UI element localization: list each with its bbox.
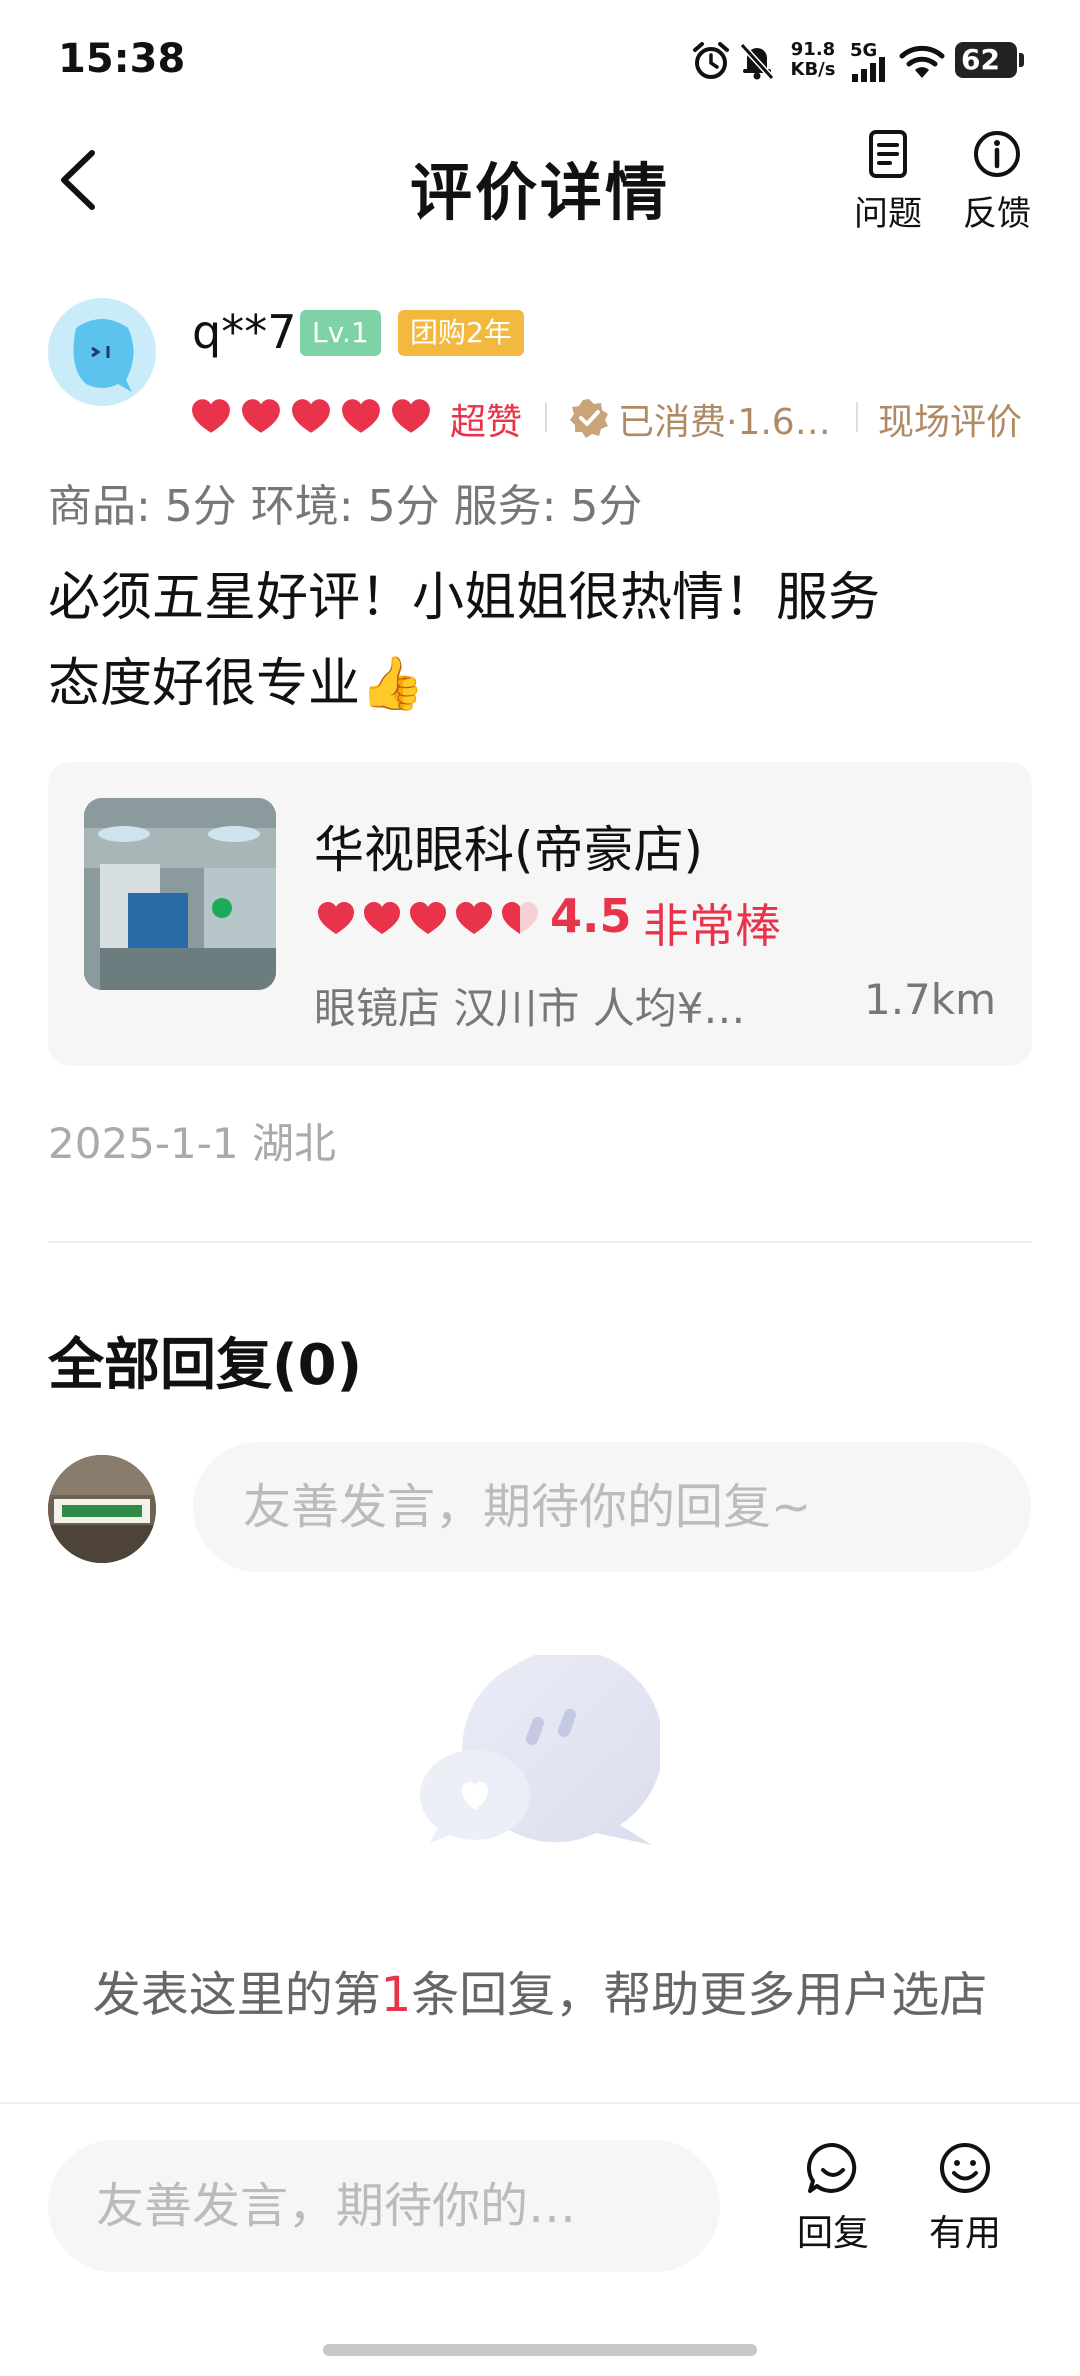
reply-label: 回复: [796, 2213, 869, 2254]
replies-title: 全部回复(0): [48, 1333, 363, 1398]
section-divider: [48, 1241, 1032, 1243]
smile-icon: [940, 2143, 990, 2193]
review-rating-hearts: [190, 397, 432, 437]
review-text-line: 必须五星好评！小姐姐很热情！服务: [48, 568, 881, 628]
question-button[interactable]: 问题: [843, 128, 933, 235]
document-icon: [869, 130, 907, 178]
feedback-button[interactable]: 反馈: [952, 128, 1042, 235]
shop-card[interactable]: 华视眼科(帝豪店) 4.5 非常棒 眼镜店 汉川市 人均¥… 1.7km: [48, 762, 1032, 1066]
level-badge: Lv.1: [300, 310, 381, 356]
shop-name[interactable]: 华视眼科(帝豪店): [314, 810, 703, 882]
divider: [856, 402, 858, 432]
empty-replies-icon: [420, 1655, 660, 1845]
reviewer-name[interactable]: q**7: [192, 305, 296, 359]
group-buy-badge: 团购2年: [398, 310, 524, 356]
heart-icon: [392, 399, 430, 433]
heart-icon: [318, 902, 354, 934]
rating-label: 超赞: [450, 402, 523, 443]
home-indicator: [323, 2344, 757, 2356]
comment-icon: [807, 2142, 857, 2193]
empty-replies-text: 发表这里的第1条回复，帮助更多用户选店: [92, 1967, 988, 2023]
bottom-bar-divider: [0, 2102, 1080, 2104]
divider: [545, 402, 547, 432]
review-text-line: 态度好很专业👍: [48, 654, 425, 714]
heart-icon: [410, 902, 446, 934]
reviewer-avatar[interactable]: [48, 298, 156, 406]
info-icon: [974, 131, 1020, 177]
heart-icon: [456, 902, 492, 934]
heart-icon: [192, 399, 230, 433]
avatar-image: [48, 298, 156, 406]
heart-icon: [242, 399, 280, 433]
shop-rating-hearts: [316, 900, 540, 936]
feedback-label: 反馈: [963, 194, 1031, 234]
bottom-reply-input[interactable]: [48, 2140, 720, 2272]
useful-label: 有用: [928, 2213, 1001, 2254]
heart-icon: [364, 902, 400, 934]
shop-score: 4.5: [550, 889, 632, 943]
mute-icon: [739, 42, 775, 81]
wifi-icon: [899, 45, 945, 78]
review-date-location: 2025-1-1 湖北: [48, 1119, 336, 1168]
subscores: 商品: 5分 环境: 5分 服务: 5分: [48, 481, 643, 532]
heart-icon: [502, 902, 538, 934]
useful-button[interactable]: 有用: [910, 2140, 1020, 2256]
signal-icon: [852, 57, 885, 82]
reply-input[interactable]: [193, 1442, 1031, 1572]
shop-distance: 1.7km: [863, 975, 996, 1024]
network-speed: 91.8 KB/s: [790, 39, 836, 80]
alarm-icon: [693, 42, 729, 79]
battery-icon: 62: [955, 42, 1024, 78]
shop-meta: 眼镜店 汉川市 人均¥…: [314, 984, 746, 1033]
shop-score-label: 非常棒: [643, 899, 781, 953]
status-bar: 15:38 91.8 KB/s 5G 62: [0, 0, 1080, 120]
reply-button[interactable]: 回复: [778, 2140, 888, 2256]
question-label: 问题: [854, 194, 922, 234]
review-text: 必须五星好评！小姐姐很热情！服务 态度好很专业👍: [48, 555, 1008, 727]
onsite-review-label: 现场评价: [878, 402, 1023, 443]
heart-icon: [292, 399, 330, 433]
heart-icon: [342, 399, 380, 433]
verified-badge-icon: [570, 399, 608, 438]
my-avatar: [48, 1455, 156, 1563]
avatar-image: [48, 1455, 156, 1563]
shop-thumbnail: [84, 798, 276, 990]
status-time: 15:38: [58, 36, 186, 82]
consumed-info: 已消费·1.6…: [618, 402, 831, 443]
